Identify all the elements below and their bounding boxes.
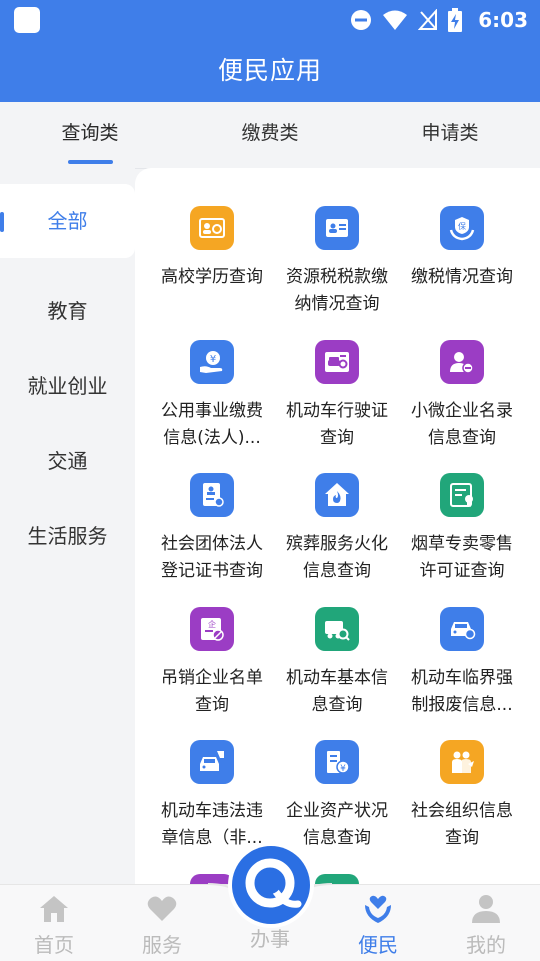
sidebar-item-education[interactable]: 教育: [0, 274, 135, 348]
service-label: 缴税情况查询: [411, 267, 513, 287]
insurance-hands-icon: 保: [440, 206, 484, 250]
status-icons: 6:03: [350, 6, 528, 34]
nav-mine[interactable]: 我的: [432, 885, 540, 961]
service-label: 资源税税款缴 纳情况查询: [286, 267, 388, 314]
service-label: 公用事业缴费 信息(法人)...: [161, 401, 263, 448]
service-label: 机动车基本信 息查询: [286, 668, 388, 715]
building-yuan-icon: ¥: [315, 740, 359, 784]
sidebar-item-label: 全部: [47, 209, 88, 233]
nav-mine-label: 我的: [466, 933, 506, 957]
sidebar-item-label: 教育: [47, 299, 88, 323]
tab-query[interactable]: 查询类: [0, 102, 180, 168]
active-tab-indicator: [68, 160, 113, 164]
no-signal-icon: [418, 9, 438, 30]
hands-heart-icon: [365, 895, 391, 923]
page-title: 便民应用: [217, 56, 322, 85]
tab-application[interactable]: 申请类: [360, 102, 540, 168]
house-flame-icon: [315, 473, 359, 517]
nav-convenience[interactable]: 便民: [324, 885, 432, 961]
user-icon: [472, 895, 500, 923]
certificate-icon: [440, 473, 484, 517]
q-logo-icon: [235, 849, 307, 921]
sidebar-item-life-services[interactable]: 生活服务: [0, 499, 135, 573]
sidebar-item-traffic[interactable]: 交通: [0, 424, 135, 498]
service-grid: 高校学历查询 资源税税款缴 纳情况查询 保 缴税情况查询 ¥ 公用事业缴费 信息(法…: [135, 168, 540, 884]
nav-service[interactable]: 服务: [108, 885, 216, 961]
sidebar-item-employment[interactable]: 就业创业: [0, 349, 135, 423]
service-label: 高校学历查询: [161, 267, 263, 287]
service-label: 烟草专卖零售 许可证查询: [411, 534, 513, 581]
users-minus-icon: [440, 340, 484, 384]
svg-text:¥: ¥: [340, 764, 346, 774]
nav-convenience-label: 便民: [358, 933, 398, 957]
car-badge-icon: [440, 607, 484, 651]
svg-text:¥: ¥: [210, 354, 216, 365]
app-bar: 便民应用: [0, 40, 540, 102]
vehicle-license-icon: [315, 340, 359, 384]
service-label: 企业资产状况 信息查询: [286, 801, 388, 848]
service-label: 社会组织信息 查询: [411, 801, 513, 848]
status-bar: 6:03: [0, 0, 540, 40]
nav-home-label: 首页: [34, 933, 74, 957]
nav-home[interactable]: 首页: [0, 885, 108, 961]
sidebar: 全部 教育 就业创业 交通 生活服务: [0, 168, 135, 884]
svg-text:企: 企: [208, 619, 216, 629]
do-not-disturb-icon: [351, 10, 372, 30]
id-card-icon: [315, 206, 359, 250]
sidebar-item-all[interactable]: 全部: [0, 184, 135, 258]
sidebar-item-label: 生活服务: [27, 524, 108, 548]
organization-people-icon: [440, 740, 484, 784]
wifi-icon: [383, 10, 408, 30]
notification-app-icon: [14, 7, 40, 33]
tab-payment[interactable]: 缴费类: [180, 102, 360, 168]
service-label: 社会团体法人 登记证书查询: [161, 534, 263, 581]
education-certificate-icon: [190, 206, 234, 250]
category-tabs: 查询类 缴费类 申请类: [0, 102, 540, 169]
nav-affairs-label: 办事: [250, 927, 290, 951]
service-label: 机动车行驶证 查询: [286, 401, 388, 448]
service-label: 机动车临界强 制报废信息...: [411, 668, 513, 715]
service-label: 机动车违法违 章信息（非...: [161, 801, 263, 848]
truck-search-icon: [315, 607, 359, 651]
battery-charging-icon: [448, 8, 463, 32]
home-icon: [40, 896, 68, 922]
car-violation-icon: [190, 740, 234, 784]
sidebar-item-label: 就业创业: [27, 374, 108, 398]
nav-service-label: 服务: [142, 933, 182, 957]
heart-icon: [147, 896, 177, 921]
yuan-hand-icon: ¥: [190, 340, 234, 384]
document-edit-icon: [190, 473, 234, 517]
enterprise-revoke-icon: 企: [190, 607, 234, 651]
service-label: 殡葬服务火化 信息查询: [286, 534, 388, 581]
service-label: 吊销企业名单 查询: [161, 668, 263, 715]
svg-text:保: 保: [458, 221, 466, 231]
center-action-button[interactable]: [232, 846, 310, 924]
sidebar-item-label: 交通: [47, 449, 88, 473]
sidebar-active-indicator: [0, 212, 4, 232]
service-label: 小微企业名录 信息查询: [411, 401, 513, 448]
status-time: 6:03: [478, 8, 528, 32]
